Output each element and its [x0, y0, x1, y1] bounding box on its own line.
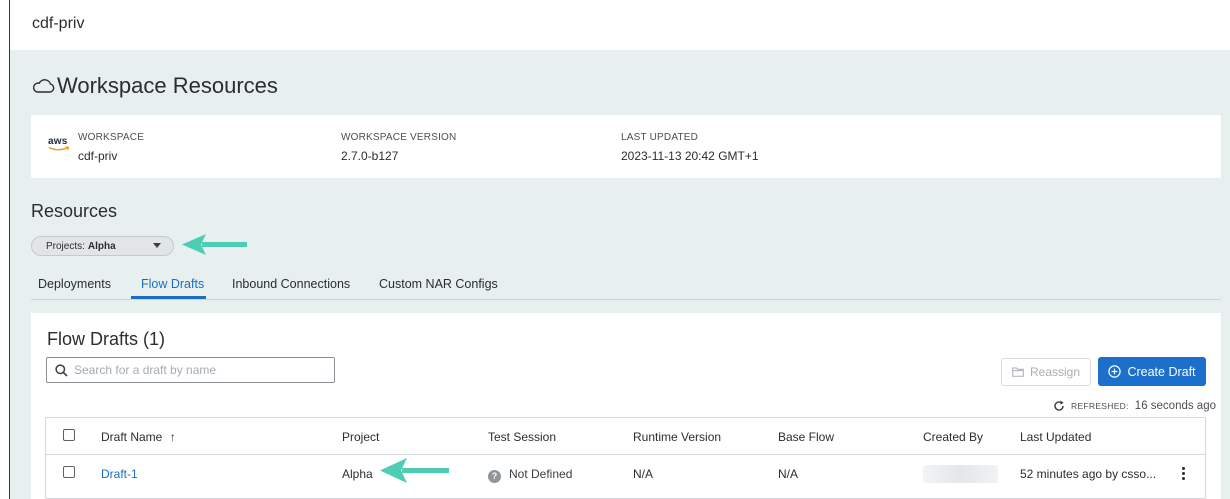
workspace-value: cdf-priv: [78, 149, 118, 163]
reassign-label: Reassign: [1029, 365, 1081, 379]
help-icon: ?: [488, 470, 501, 483]
create-draft-label: Create Draft: [1127, 364, 1196, 379]
reassign-button[interactable]: Reassign: [1001, 358, 1091, 386]
draft-name-link[interactable]: Draft-1: [101, 467, 138, 481]
table-row[interactable]: Draft-1 Alpha ? Not Defined N/A N/A 52 mi…: [46, 455, 1205, 492]
column-header-last-updated: Last Updated: [1020, 430, 1092, 444]
project-filter-value: Alpha: [87, 240, 116, 252]
workspace-version-value: 2.7.0-b127: [341, 149, 399, 163]
workspace-resources-title: Workspace Resources: [57, 73, 278, 98]
sort-ascending-icon: ↑: [169, 430, 176, 444]
workspace-label: WORKSPACE: [78, 132, 145, 143]
refreshed-label: REFRESHED:: [1071, 401, 1129, 411]
flow-drafts-table: Draft Name ↑ Project Test Session Runtim…: [45, 417, 1206, 499]
aws-logo-text: aws: [48, 136, 68, 147]
column-header-test-session: Test Session: [488, 430, 557, 444]
workspace-version-field: WORKSPACE VERSION 2.7.0-b127: [341, 132, 456, 163]
active-tab-indicator: [131, 296, 206, 299]
page-title: cdf-priv: [32, 15, 85, 32]
last-updated-value: 2023-11-13 20:42 GMT+1: [621, 149, 759, 163]
refreshed-value: 16 seconds ago: [1134, 400, 1216, 412]
workspace-info-card: aws WORKSPACE cdf-priv WORKSPACE VERSION…: [31, 115, 1221, 178]
base-flow-cell: N/A: [778, 467, 799, 481]
flow-drafts-card: Flow Drafts (1) Reassign Create Draft: [31, 313, 1221, 499]
tab-inbound-connections[interactable]: Inbound Connections: [232, 277, 350, 291]
search-input[interactable]: [74, 363, 324, 377]
resources-title: Resources: [31, 201, 118, 221]
column-header-runtime-version: Runtime Version: [633, 430, 722, 444]
aws-logo-icon: aws: [48, 137, 70, 153]
cloud-icon: [31, 77, 55, 95]
refresh-icon[interactable]: [1053, 400, 1065, 412]
test-session-cell: ? Not Defined: [488, 467, 572, 483]
column-header-base-flow: Base Flow: [778, 430, 835, 444]
last-updated-label: LAST UPDATED: [621, 132, 699, 143]
workspace-field: WORKSPACE cdf-priv: [78, 132, 144, 163]
create-draft-button[interactable]: Create Draft: [1098, 357, 1206, 386]
tab-deployments[interactable]: Deployments: [38, 277, 111, 291]
refresh-status: REFRESHED: 16 seconds ago: [1053, 400, 1216, 412]
project-filter-label: Projects:: [46, 240, 85, 252]
column-header-created-by: Created By: [923, 430, 984, 444]
folder-icon: [1012, 367, 1024, 377]
search-box: [46, 357, 335, 383]
flow-drafts-title: Flow Drafts (1): [47, 329, 166, 349]
created-by-redacted: [923, 465, 998, 483]
row-actions-menu-icon[interactable]: [1177, 467, 1189, 481]
project-cell: Alpha: [342, 467, 373, 481]
column-header-draft-name[interactable]: Draft Name ↑: [101, 430, 176, 444]
caret-down-icon: [153, 243, 161, 248]
last-updated-cell: 52 minutes ago by csso...: [1020, 467, 1157, 481]
tab-custom-nar-configs[interactable]: Custom NAR Configs: [379, 277, 498, 291]
select-all-checkbox[interactable]: [63, 429, 75, 441]
plus-circle-icon: [1108, 365, 1122, 378]
row-checkbox[interactable]: [63, 466, 75, 478]
tab-flow-drafts[interactable]: Flow Drafts: [141, 277, 204, 291]
column-header-project: Project: [342, 430, 380, 444]
workspace-version-label: WORKSPACE VERSION: [341, 132, 457, 143]
main-content: Workspace Resources aws WORKSPACE cdf-pr…: [10, 50, 1230, 499]
page-header: cdf-priv: [10, 0, 1230, 50]
search-icon: [55, 363, 68, 377]
last-updated-field: LAST UPDATED 2023-11-13 20:42 GMT+1: [621, 132, 759, 163]
table-header: Draft Name ↑ Project Test Session Runtim…: [46, 418, 1205, 455]
runtime-version-cell: N/A: [633, 467, 654, 481]
project-filter-select[interactable]: Projects: Alpha: [31, 236, 174, 256]
annotation-arrow-icon: [182, 234, 247, 255]
resource-tabs: Deployments Flow Drafts Inbound Connecti…: [31, 275, 1221, 300]
annotation-arrow-row-icon: [380, 458, 449, 483]
workspace-resources-heading: Workspace Resources: [31, 73, 278, 99]
